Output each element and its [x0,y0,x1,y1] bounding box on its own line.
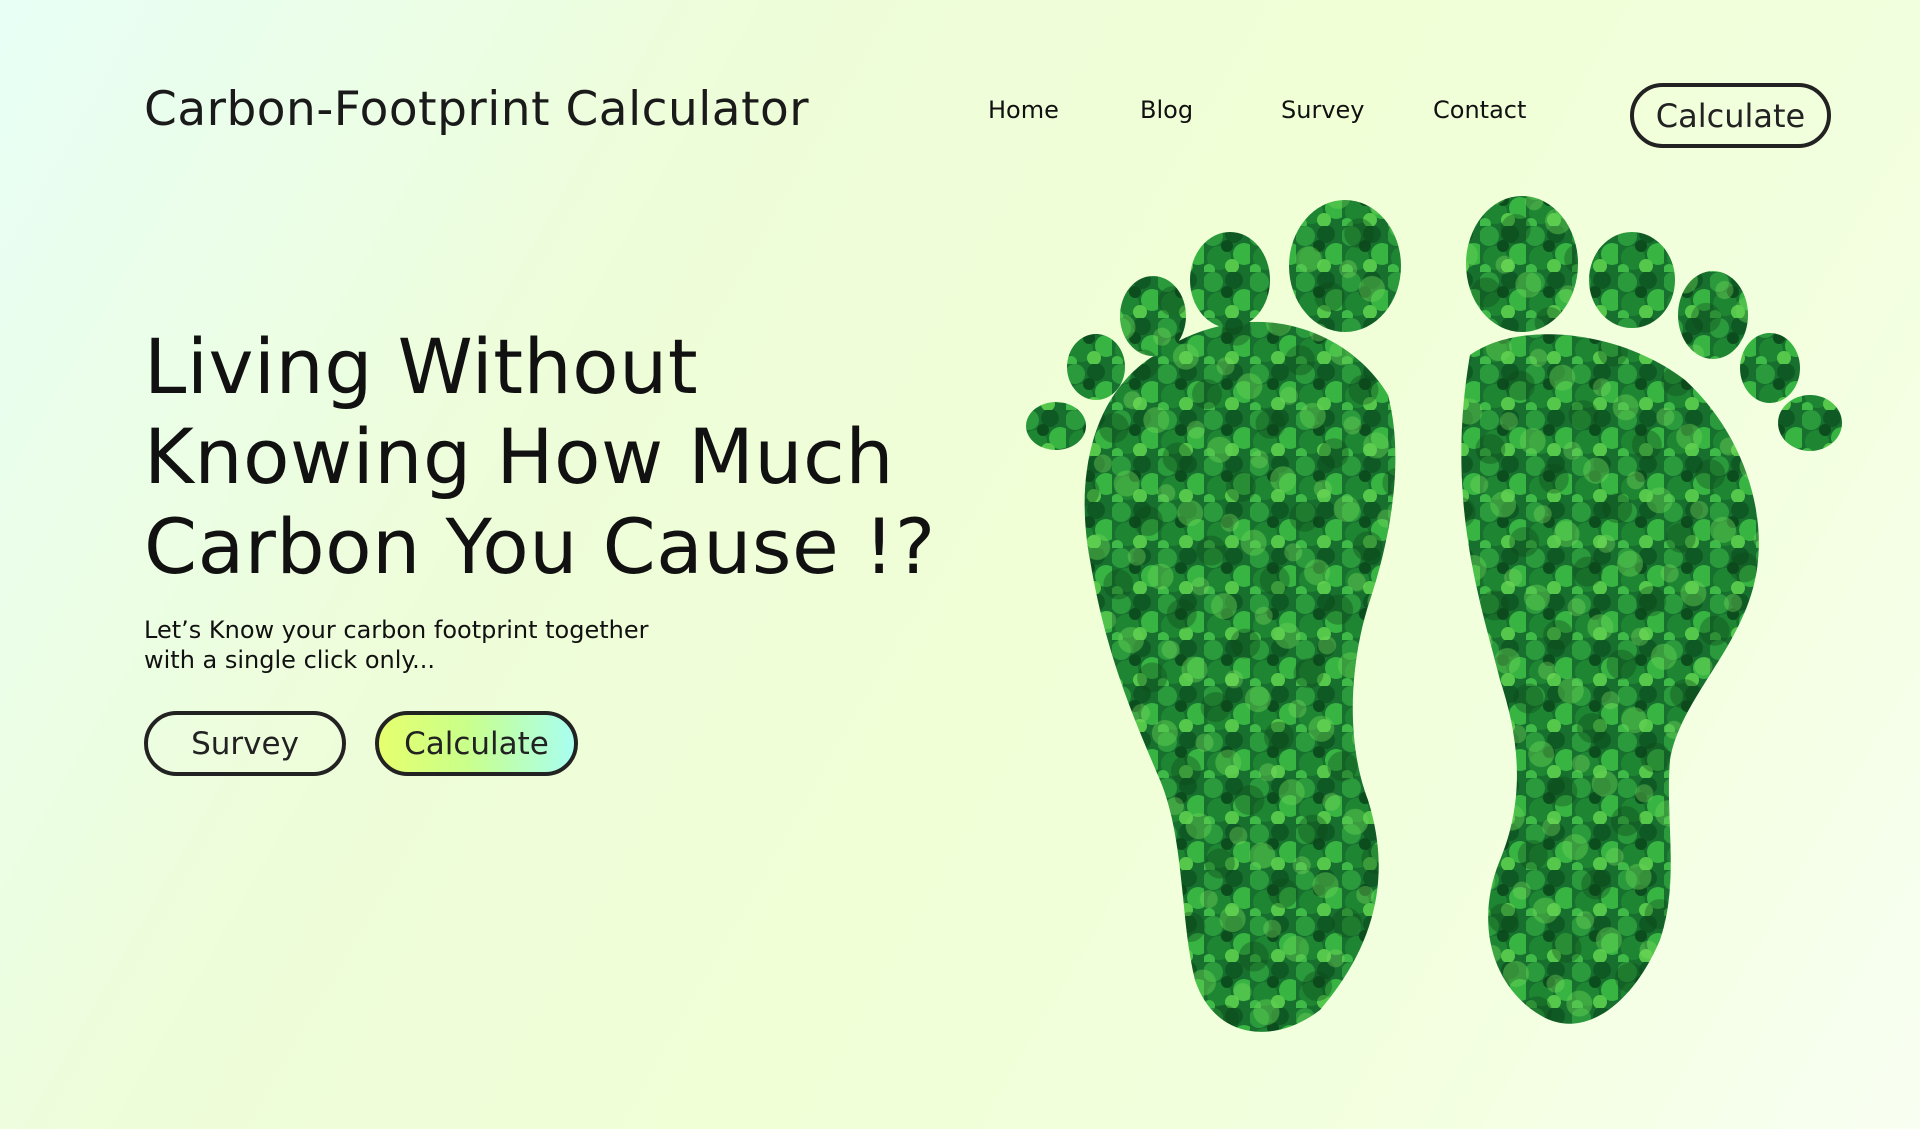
headline-line-1: Living Without [144,322,699,411]
subtitle-line-2: with a single click only... [144,646,436,674]
left-foot [1026,200,1401,1032]
headline-line-2: Knowing How Much [144,412,895,501]
nav-blog-link[interactable]: Blog [1140,96,1193,124]
brand-title[interactable]: Carbon-Footprint Calculator [144,82,809,137]
calculate-button[interactable]: Calculate [375,711,578,776]
left-toe-4 [1067,334,1125,400]
right-toe-5 [1778,395,1842,451]
subtitle-line-1: Let’s Know your carbon footprint togethe… [144,616,649,644]
right-toe-2 [1589,232,1675,328]
nav-home-link[interactable]: Home [988,96,1059,124]
nav-survey-link[interactable]: Survey [1281,96,1364,124]
header-calculate-button[interactable]: Calculate [1630,83,1831,148]
forest-footprints-illustration [1026,196,1842,1032]
survey-button[interactable]: Survey [144,711,346,776]
nav-contact-link[interactable]: Contact [1433,96,1526,124]
left-toe-5 [1026,402,1086,450]
right-foot [1461,196,1842,1024]
right-toe-4 [1740,333,1800,403]
hero-headline: Living Without Knowing How Much Carbon Y… [144,322,936,592]
left-toe-2 [1190,232,1270,328]
hero-subtitle: Let’s Know your carbon footprint togethe… [144,615,704,675]
headline-line-3: Carbon You Cause !? [144,502,936,591]
